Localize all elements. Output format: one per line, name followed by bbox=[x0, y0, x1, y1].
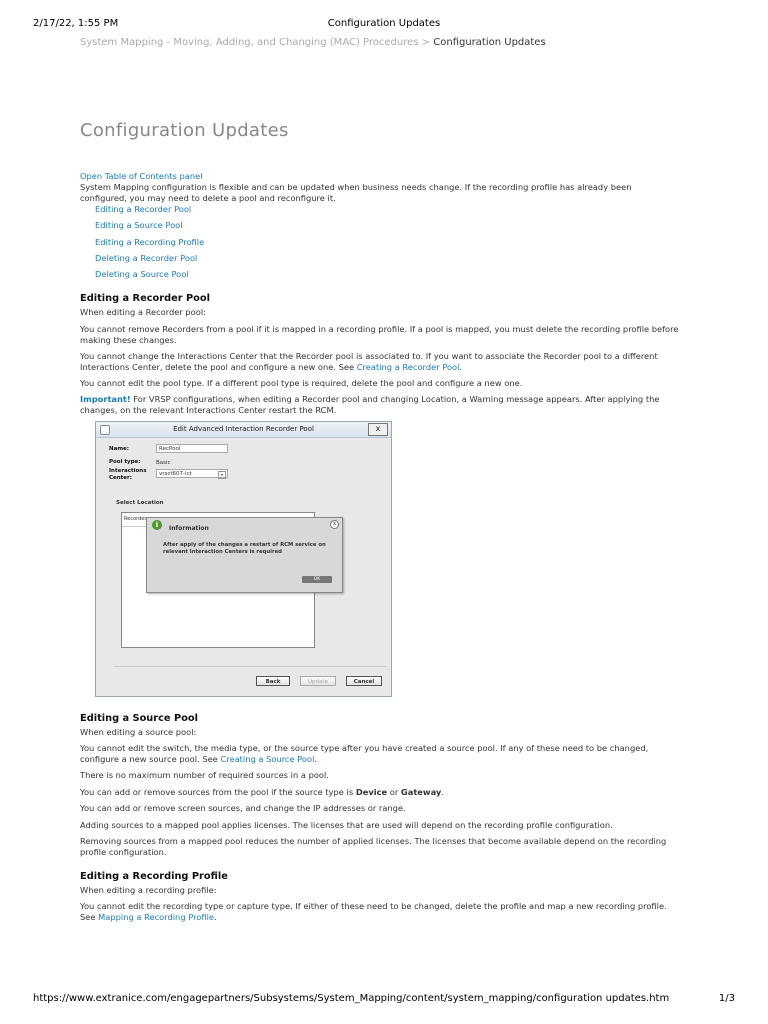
source-pool-s1-or: or bbox=[387, 787, 401, 798]
dialog-back-button[interactable]: Back bbox=[256, 676, 290, 687]
dialog-ic-select[interactable]: vrsct607-ict ▾ bbox=[156, 469, 228, 480]
information-popup-close-button[interactable]: x bbox=[330, 520, 339, 530]
dialog-name-input[interactable]: RecPool bbox=[156, 444, 228, 454]
breadcrumb-parent-link[interactable]: System Mapping - Moving, Adding, and Cha… bbox=[80, 37, 419, 48]
recorder-pool-p3: You cannot edit the pool type. If a diff… bbox=[80, 378, 523, 389]
toc-link-deleting-source-pool[interactable]: Deleting a Source Pool bbox=[95, 269, 680, 280]
page-title: Configuration Updates bbox=[80, 120, 289, 141]
dialog-ic-label-2: Center: bbox=[109, 475, 132, 482]
source-pool-s2: You can add or remove screen sources, an… bbox=[80, 803, 406, 814]
source-pool-s1: You can add or remove sources from the p… bbox=[80, 787, 680, 798]
toc-link-deleting-recorder-pool[interactable]: Deleting a Recorder Pool bbox=[95, 253, 680, 264]
intro-paragraph: System Mapping configuration is flexible… bbox=[80, 182, 632, 203]
main-content: Open Table of Contents panel System Mapp… bbox=[80, 171, 680, 923]
source-pool-p1: You cannot edit the switch, the media ty… bbox=[80, 743, 680, 765]
toc-link-editing-recording-profile[interactable]: Editing a Recording Profile bbox=[95, 237, 680, 248]
source-pool-s1-text: You can add or remove sources from the p… bbox=[80, 787, 356, 798]
information-popup-message: After apply of the changes a restart of … bbox=[163, 542, 326, 556]
print-footer: https://www.extranice.com/engagepartners… bbox=[33, 993, 735, 1007]
print-url: https://www.extranice.com/engagepartners… bbox=[33, 993, 670, 1004]
important-note: Important! For VRSP configurations, when… bbox=[80, 394, 680, 416]
source-pool-s1-gateway: Gateway bbox=[400, 787, 442, 798]
section-heading-recording-profile: Editing a Recording Profile bbox=[80, 871, 228, 883]
mapping-recording-profile-link[interactable]: Mapping a Recording Profile bbox=[98, 912, 214, 922]
recorder-pool-lead: When editing a Recorder pool: bbox=[80, 307, 206, 318]
dialog-ic-label-1: Interactions bbox=[109, 468, 147, 475]
dialog-screenshot: Edit Advanced Interaction Recorder Pool … bbox=[95, 421, 392, 698]
information-popup-ok-button[interactable]: OK bbox=[302, 576, 332, 584]
breadcrumb-current: Configuration Updates bbox=[433, 37, 546, 48]
source-pool-s4: Removing sources from a mapped pool redu… bbox=[80, 836, 667, 858]
recording-profile-lead: When editing a recording profile: bbox=[80, 885, 217, 896]
source-pool-p2: There is no maximum number of required s… bbox=[80, 770, 329, 781]
important-text: For VRSP configurations, when editing a … bbox=[80, 394, 660, 416]
source-pool-p1-text: You cannot edit the switch, the media ty… bbox=[80, 743, 649, 765]
dialog-divider bbox=[114, 666, 387, 668]
information-popup: i Information x After apply of the chang… bbox=[146, 517, 343, 594]
creating-source-pool-link[interactable]: Creating a Source Pool bbox=[220, 754, 314, 764]
recorder-pool-p1: You cannot remove Recorders from a pool … bbox=[80, 324, 679, 346]
important-label: Important! bbox=[80, 394, 131, 405]
breadcrumb-separator: > bbox=[418, 37, 434, 48]
section-heading-recorder-pool: Editing a Recorder Pool bbox=[80, 293, 210, 305]
dialog-cancel-button[interactable]: Cancel bbox=[346, 676, 382, 687]
dialog-pool-type-value: Basic bbox=[156, 460, 171, 467]
breadcrumb: System Mapping - Moving, Adding, and Cha… bbox=[80, 37, 546, 48]
toc-link-editing-recorder-pool[interactable]: Editing a Recorder Pool bbox=[95, 204, 680, 215]
print-title: Configuration Updates bbox=[327, 18, 441, 29]
information-popup-title: Information bbox=[169, 525, 209, 533]
creating-recorder-pool-link[interactable]: Creating a Recorder Pool bbox=[357, 362, 460, 372]
recording-profile-p1-end: . bbox=[214, 912, 217, 923]
source-pool-s1-end: . bbox=[441, 787, 444, 798]
source-pool-s3: Adding sources to a mapped pool applies … bbox=[80, 820, 613, 831]
recording-profile-p1: You cannot edit the recording type or ca… bbox=[80, 901, 680, 923]
dialog-select-location-label: Select Location bbox=[116, 500, 164, 507]
recorder-pool-p2: You cannot change the Interactions Cente… bbox=[80, 351, 680, 373]
source-pool-p1-end: . bbox=[314, 754, 318, 765]
dialog-close-button[interactable]: x bbox=[368, 423, 388, 437]
dialog-app-icon bbox=[100, 425, 110, 436]
source-pool-s1-device: Device bbox=[355, 787, 388, 798]
print-page-number: 1/3 bbox=[718, 993, 735, 1004]
section-heading-source-pool: Editing a Source Pool bbox=[80, 713, 198, 725]
dialog-name-label: Name: bbox=[109, 446, 129, 453]
toc-link-editing-source-pool[interactable]: Editing a Source Pool bbox=[95, 220, 680, 231]
recorder-pool-p2-end: . bbox=[459, 362, 463, 373]
open-toc-link[interactable]: Open Table of Contents panel bbox=[80, 171, 680, 182]
dialog-titlebar: Edit Advanced Interaction Recorder Pool … bbox=[96, 422, 391, 439]
dialog-title: Edit Advanced Interaction Recorder Pool bbox=[173, 425, 314, 434]
info-icon: i bbox=[152, 520, 162, 531]
dialog-pool-type-label: Pool type: bbox=[109, 459, 141, 466]
information-popup-header: i Information x bbox=[147, 518, 342, 533]
dialog-update-button[interactable]: Update bbox=[300, 676, 336, 687]
print-header: 2/17/22, 1:55 PM Configuration Updates bbox=[33, 18, 735, 32]
toc-list: Editing a Recorder Pool Editing a Source… bbox=[95, 204, 680, 280]
source-pool-lead: When editing a source pool: bbox=[80, 727, 197, 738]
dialog-ic-value: vrsct607-ict bbox=[159, 471, 192, 478]
chevron-down-icon: ▾ bbox=[218, 471, 226, 480]
